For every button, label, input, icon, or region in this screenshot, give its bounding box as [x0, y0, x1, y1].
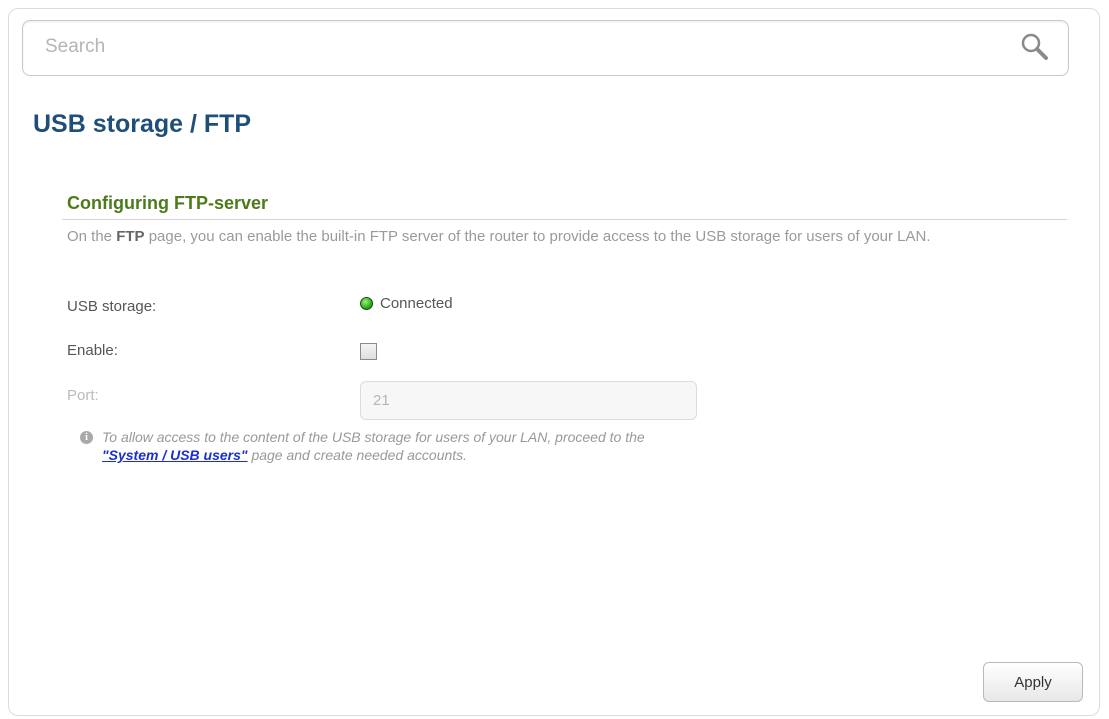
port-input[interactable] [360, 381, 697, 420]
info-icon: i [80, 431, 93, 444]
usb-users-link[interactable]: "System / USB users" [102, 447, 248, 463]
search-icon[interactable] [1020, 32, 1050, 62]
section-title: Configuring FTP-server [67, 193, 269, 213]
section-description: On the FTP page, you can enable the buil… [67, 228, 1057, 245]
desc-bold: FTP [116, 228, 145, 245]
note-text: To allow access to the content of the US… [82, 428, 982, 464]
desc-prefix: On the [67, 228, 117, 245]
page-title: USB storage / FTP [33, 110, 252, 138]
usb-status-text: Connected [380, 295, 453, 312]
status-led-icon [360, 297, 373, 310]
enable-checkbox[interactable] [360, 343, 377, 360]
enable-label: Enable: [67, 342, 118, 359]
port-label: Port: [67, 387, 99, 404]
search-input[interactable] [23, 21, 1025, 73]
apply-button[interactable]: Apply [983, 662, 1083, 702]
info-note: i To allow access to the content of the … [80, 428, 982, 464]
desc-suffix: page, you can enable the built-in FTP se… [144, 228, 931, 245]
search-box[interactable] [22, 20, 1069, 76]
note-text-before: To allow access to the content of the US… [102, 429, 645, 445]
usb-storage-label: USB storage: [67, 298, 157, 315]
usb-status: Connected [360, 295, 453, 312]
section-divider [62, 219, 1067, 220]
note-text-after: page and create needed accounts. [247, 447, 468, 463]
